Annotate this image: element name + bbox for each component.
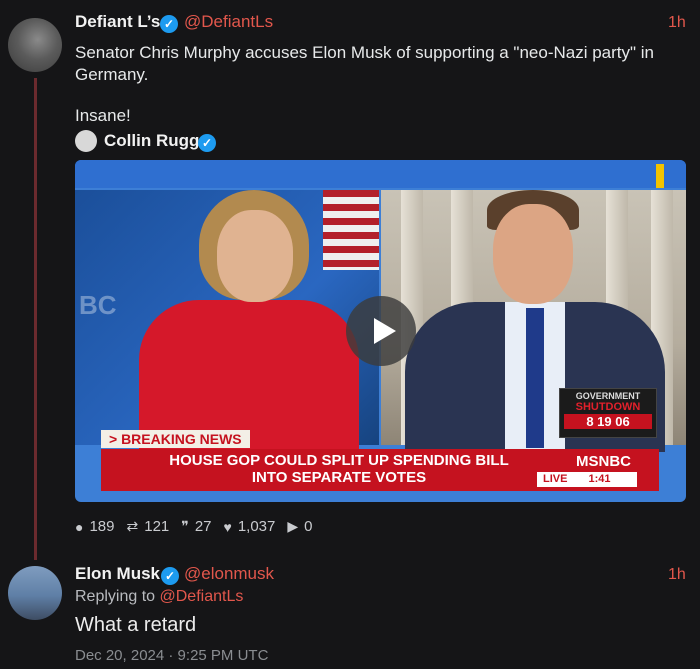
shutdown-countdown: GOVERNMENT SHUTDOWN 8 19 06: [559, 388, 657, 438]
reply-text: What a retard: [75, 614, 197, 636]
heart-icon: ♥: [223, 518, 232, 535]
video-player[interactable]: BC GOVERNMENT SHUTDOWN 8 19 06 > BREAKIN…: [75, 160, 686, 502]
quote-button[interactable]: ❞ 27: [181, 518, 211, 535]
reply-button[interactable]: ● 189: [75, 518, 115, 535]
views-button[interactable]: ▶ 0: [287, 518, 312, 535]
quote-icon: ❞: [181, 518, 189, 534]
tweet-actions: ● 189 ⇄ 121 ❞ 27 ♥ 1,037 ▶ 0: [75, 518, 312, 535]
headline-line2: INTO SEPARATE VOTES: [251, 469, 427, 486]
lower-third-banner: HOUSE GOP COULD SPLIT UP SPENDING BILL I…: [101, 449, 659, 491]
video-top-bar: [75, 160, 686, 188]
avatar-defiant[interactable]: [8, 18, 62, 72]
quoted-verified-icon: ✓: [198, 134, 216, 152]
shutdown-title: GOVERNMENT: [575, 391, 641, 401]
reply-author-name[interactable]: Elon Musk: [75, 564, 160, 584]
live-badge: LIVE 1:41: [537, 472, 637, 487]
live-label: LIVE: [543, 473, 568, 485]
replying-prefix: Replying to: [75, 588, 156, 605]
avatar-elon[interactable]: [8, 566, 62, 620]
tweet-text-line2: Germany.: [75, 65, 149, 84]
video-accent-bar: [656, 164, 664, 188]
verified-icon: ✓: [160, 15, 178, 33]
reply-verified-icon: ✓: [161, 567, 179, 585]
retweet-count: 121: [144, 518, 170, 535]
replying-to: Replying to @DefiantLs: [75, 588, 243, 606]
author-handle[interactable]: @DefiantLs: [184, 12, 273, 32]
like-count: 1,037: [237, 518, 276, 535]
play-icon[interactable]: [346, 296, 416, 366]
clock: 1:41: [588, 473, 611, 485]
breaking-news-label: > BREAKING NEWS: [101, 430, 250, 448]
tweet-text-line3: Insane!: [75, 106, 131, 125]
tweet-time[interactable]: 1h: [668, 14, 686, 32]
retweet-button[interactable]: ⇄ 121: [127, 518, 170, 535]
quote-count: 27: [194, 518, 212, 535]
reply-count: 189: [89, 518, 115, 535]
network-logo: MSNBC: [576, 453, 631, 470]
quoted-avatar[interactable]: [75, 130, 97, 152]
reply-date[interactable]: Dec 20, 2024 · 9:25 PM UTC: [75, 647, 268, 664]
speech-bubble-icon: ●: [75, 518, 84, 535]
anchor-figure: [139, 190, 359, 450]
author-name[interactable]: Defiant L’s: [75, 12, 160, 32]
reply-author-handle[interactable]: @elonmusk: [184, 564, 274, 584]
thread-connector-line: [34, 78, 37, 560]
shutdown-word: SHUTDOWN: [575, 401, 641, 413]
tweet-text-line1: Senator Chris Murphy accuses Elon Musk o…: [75, 43, 655, 62]
countdown-timer: 8 19 06: [564, 414, 652, 429]
quoted-author-name[interactable]: Collin Rugg: [104, 131, 199, 151]
background-logo: BC: [79, 290, 117, 320]
reply-time[interactable]: 1h: [668, 566, 686, 584]
headline-line1: HOUSE GOP COULD SPLIT UP SPENDING BILL: [169, 452, 509, 469]
replying-handle-link[interactable]: @DefiantLs: [160, 588, 244, 605]
headline: HOUSE GOP COULD SPLIT UP SPENDING BILL I…: [159, 452, 519, 486]
like-button[interactable]: ♥ 1,037: [224, 518, 276, 535]
views-count: 0: [304, 518, 313, 535]
retweet-icon: ⇄: [126, 518, 139, 534]
play-triangle-icon: ▶: [287, 518, 299, 534]
